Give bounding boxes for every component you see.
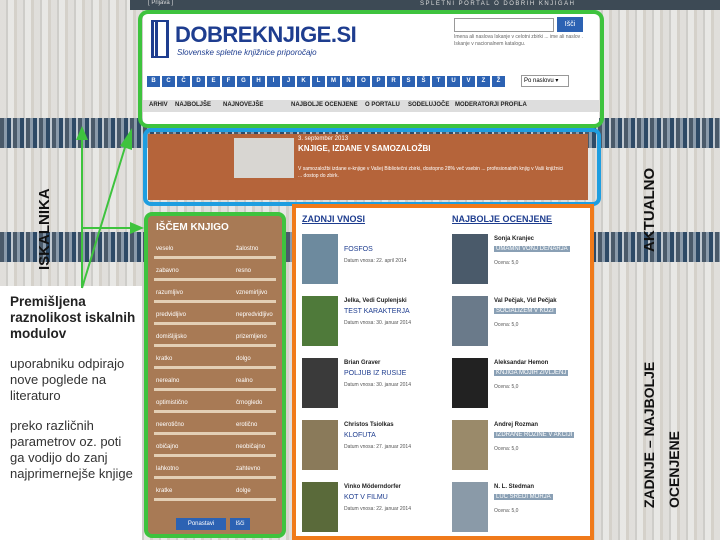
entry-date: Datum vnosa: 27. januar 2014 bbox=[344, 444, 411, 450]
entry-title[interactable]: TEST KARAKTERJA bbox=[344, 308, 410, 315]
entry-author: N. L. Stedman bbox=[494, 484, 535, 490]
slider-left-label: kratko bbox=[156, 356, 173, 362]
entry-title[interactable]: FOSFOS bbox=[344, 246, 373, 253]
slider-left-label: običajno bbox=[156, 444, 179, 450]
slider-left-label: razumljivo bbox=[156, 290, 184, 296]
search-panel-title: IŠČEM KNJIGO bbox=[156, 222, 229, 233]
attribute-slider[interactable] bbox=[154, 278, 276, 281]
slider-right-label: nepredvidljivo bbox=[236, 312, 273, 318]
book-cover[interactable] bbox=[452, 234, 488, 284]
entry-author: Jelka, Vedi Cuplenjski bbox=[344, 298, 407, 304]
book-cover[interactable] bbox=[302, 420, 338, 470]
book-cover[interactable] bbox=[452, 420, 488, 470]
slider-left-label: zabavno bbox=[156, 268, 179, 274]
entry-author: Aleksandar Hemon bbox=[494, 360, 549, 366]
entry-title[interactable]: KOT V FILMU bbox=[344, 494, 388, 501]
reset-button[interactable]: Ponastavi bbox=[176, 518, 226, 530]
slider-right-label: vznemirljivo bbox=[236, 290, 268, 296]
slider-right-label: realno bbox=[236, 378, 253, 384]
entry-rating: Ocena: 5,0 bbox=[494, 446, 519, 452]
header-highlight-frame bbox=[138, 10, 604, 128]
label-iskalnika: ISKALNIKA bbox=[36, 188, 53, 270]
entry-rating: Ocena: 5,0 bbox=[494, 260, 519, 266]
entry-author: Christos Tsiolkas bbox=[344, 422, 394, 428]
top-bar: [ Prijava ] SPLETNI PORTAL O DOBRIH KNJI… bbox=[130, 0, 720, 10]
attribute-slider[interactable] bbox=[154, 388, 276, 391]
attribute-slider[interactable] bbox=[154, 432, 276, 435]
entry-rating: Ocena: 5,0 bbox=[494, 384, 519, 390]
attribute-slider[interactable] bbox=[154, 366, 276, 369]
panel-search-button[interactable]: Išči bbox=[230, 518, 250, 530]
book-cover[interactable] bbox=[302, 296, 338, 346]
book-cover[interactable] bbox=[452, 358, 488, 408]
portal-tagline: SPLETNI PORTAL O DOBRIH KNJIGAH bbox=[420, 1, 576, 7]
entry-title[interactable]: UMAMNI VONJ DENARJA bbox=[494, 246, 570, 252]
attribute-slider[interactable] bbox=[154, 344, 276, 347]
entry-author: Sonja Kranjec bbox=[494, 236, 535, 242]
book-cover[interactable] bbox=[302, 482, 338, 532]
label-aktualno: AKTUALNO bbox=[641, 167, 658, 252]
explanation-paragraph: uporabniku odpirajo nove poglede na lite… bbox=[10, 356, 125, 403]
slider-right-label: dolgo bbox=[236, 356, 251, 362]
attribute-slider[interactable] bbox=[154, 300, 276, 303]
slider-left-label: predvidljivo bbox=[156, 312, 187, 318]
best-rated-title[interactable]: NAJBOLJE OCENJENE bbox=[452, 214, 552, 224]
explanation-title: Premišljena raznolikost iskalnih modulov bbox=[10, 294, 136, 341]
entry-date: Datum vnosa: 30. januar 2014 bbox=[344, 320, 411, 326]
slider-left-label: veselo bbox=[156, 246, 174, 252]
slider-right-label: neobičajno bbox=[236, 444, 266, 450]
entry-title[interactable]: LUČ SREDI MORJA bbox=[494, 494, 553, 500]
attribute-slider[interactable] bbox=[154, 322, 276, 325]
entry-author: Val Pečjak, Vid Pečjak bbox=[494, 298, 557, 304]
slider-left-label: neerotično bbox=[156, 422, 185, 428]
slider-right-label: resno bbox=[236, 268, 252, 274]
arrow-icon bbox=[76, 126, 144, 289]
slider-right-label: prizemljeno bbox=[236, 334, 267, 340]
book-cover[interactable] bbox=[452, 296, 488, 346]
entry-date: Datum vnosa: 22. januar 2014 bbox=[344, 506, 411, 512]
slider-left-label: lahkotno bbox=[156, 466, 179, 472]
slider-right-label: dolge bbox=[236, 488, 251, 494]
news-highlight-frame bbox=[143, 128, 601, 206]
slider-right-label: žalostno bbox=[236, 246, 259, 252]
entry-rating: Ocena: 5,0 bbox=[494, 508, 519, 514]
slider-left-label: optimistično bbox=[156, 400, 188, 406]
slider-right-label: erotično bbox=[236, 422, 258, 428]
attribute-slider[interactable] bbox=[154, 476, 276, 479]
entry-title[interactable]: KNJIGA MOJIH ŽIVLJENJ bbox=[494, 370, 569, 376]
attribute-slider[interactable] bbox=[154, 410, 276, 413]
slider-left-label: domišljijsko bbox=[156, 334, 187, 340]
entry-date: Datum vnosa: 30. januar 2014 bbox=[344, 382, 411, 388]
slider-right-label: črnogledo bbox=[236, 400, 263, 406]
book-search-panel: IŠČEM KNJIGO veselo žalostno zabavno resno r… bbox=[144, 212, 286, 538]
label-zadnje-najbolje: ZADNJE – NAJBOLJE bbox=[641, 361, 657, 508]
book-cover[interactable] bbox=[302, 358, 338, 408]
entry-title[interactable]: IZDRANE ROZINE V AKCIJI bbox=[494, 432, 575, 438]
explanation-paragraph: preko različnih parametrov oz. poti ga v… bbox=[10, 418, 133, 481]
latest-title[interactable]: ZADNJI VNOSI bbox=[302, 214, 365, 224]
entry-title[interactable]: SOCIALIZEM V KOŽI bbox=[494, 308, 556, 314]
explanation-panel: Premišljena raznolikost iskalnih modulov… bbox=[0, 286, 142, 540]
slider-left-label: kratke bbox=[156, 488, 173, 494]
slider-right-label: zahtevno bbox=[236, 466, 261, 472]
attribute-slider[interactable] bbox=[154, 498, 276, 501]
book-cover[interactable] bbox=[452, 482, 488, 532]
label-ocenjene: OCENJENE bbox=[666, 430, 682, 508]
login-link[interactable]: [ Prijava ] bbox=[148, 0, 173, 6]
entry-author: Andrej Rozman bbox=[494, 422, 539, 428]
book-cover[interactable] bbox=[302, 234, 338, 284]
entry-rating: Ocena: 5,0 bbox=[494, 322, 519, 328]
entry-title[interactable]: POLJUB IZ RUSIJE bbox=[344, 370, 406, 377]
entry-title[interactable]: KLOFUTA bbox=[344, 432, 376, 439]
slider-left-label: nerealno bbox=[156, 378, 180, 384]
attribute-slider[interactable] bbox=[154, 256, 276, 259]
entry-date: Datum vnosa: 22. april 2014 bbox=[344, 258, 407, 264]
entry-author: Vinko Möderndorfer bbox=[344, 484, 401, 490]
entry-author: Brian Graver bbox=[344, 360, 381, 366]
latest-and-best-lists: ZADNJI VNOSI NAJBOLJE OCENJENE FOSFOS Dat… bbox=[292, 204, 594, 540]
attribute-slider[interactable] bbox=[154, 454, 276, 457]
